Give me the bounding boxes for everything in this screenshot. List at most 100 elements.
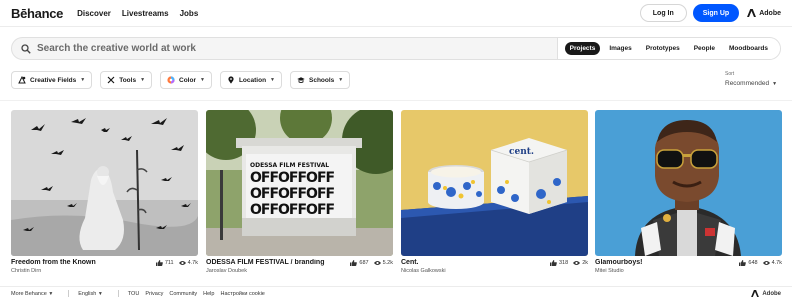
views-count: 2k	[582, 260, 588, 266]
tab-images[interactable]: Images	[604, 42, 636, 55]
nav-discover[interactable]: Discover	[77, 9, 111, 18]
tab-moodboards[interactable]: Moodboards	[724, 42, 773, 55]
filter-tools[interactable]: Tools ▼	[100, 71, 153, 89]
sort-dropdown[interactable]: Sort Recommended ▼	[725, 71, 785, 87]
filter-bar: Creative Fields ▼ Tools ▼ Color ▼ Locati…	[11, 71, 351, 89]
footer-link-cookie[interactable]: Настройки cookie	[220, 291, 264, 297]
tab-prototypes[interactable]: Prototypes	[641, 42, 685, 55]
eye-icon	[178, 261, 186, 265]
likes-stat: 648	[739, 260, 758, 266]
project-card[interactable]: cent. Cent. Nicolas Galkowski 318 2k	[401, 110, 588, 274]
chevron-down-icon: ▼	[97, 290, 103, 297]
eye-icon	[762, 261, 770, 265]
3d-character-render	[595, 110, 782, 256]
more-behance-menu[interactable]: More Behance ▼	[11, 291, 53, 297]
search-input[interactable]: Search the creative world at work	[37, 43, 557, 54]
footer-divider	[117, 290, 119, 297]
filter-schools-label: Schools	[309, 76, 335, 84]
footer-link-privacy[interactable]: Privacy	[145, 291, 163, 297]
project-thumbnail-cent[interactable]: cent.	[401, 110, 588, 256]
tab-people[interactable]: People	[689, 42, 720, 55]
adobe-icon	[751, 290, 760, 297]
chevron-down-icon: ▼	[200, 77, 205, 83]
project-thumbnail-freedom[interactable]	[11, 110, 198, 256]
eye-icon	[373, 261, 381, 265]
nav-livestreams[interactable]: Livestreams	[122, 9, 169, 18]
project-card[interactable]: Glamourboys! Mitei Studio 648 4.7k	[595, 110, 782, 274]
nav-jobs[interactable]: Jobs	[180, 9, 199, 18]
tools-icon	[107, 76, 115, 84]
project-thumbnail-odessa[interactable]: ODESSA FILM FESTIVAL OFFOFFOFF OFFOFFOFF…	[206, 110, 393, 256]
likes-stat: 687	[350, 260, 369, 266]
likes-count: 687	[359, 260, 369, 266]
sort-value[interactable]: Recommended ▼	[725, 80, 785, 87]
project-stats: 648 4.7k	[739, 260, 782, 266]
views-stat: 2k	[573, 260, 588, 266]
filter-schools[interactable]: Schools ▼	[290, 71, 351, 89]
views-count: 5.2k	[382, 260, 393, 266]
thumbs-up-icon	[739, 260, 747, 266]
filter-creative-fields[interactable]: Creative Fields ▼	[11, 71, 93, 89]
footer-link-community[interactable]: Community	[169, 291, 197, 297]
candle-product-photo: cent.	[401, 110, 588, 256]
more-behance-label: More Behance	[11, 290, 47, 297]
filter-tools-label: Tools	[119, 76, 137, 84]
thumbs-up-icon	[155, 260, 163, 266]
project-card[interactable]: ODESSA FILM FESTIVAL OFFOFFOFF OFFOFFOFF…	[206, 110, 393, 274]
likes-count: 318	[559, 260, 569, 266]
project-thumbnail-glamourboys[interactable]	[595, 110, 782, 256]
footer: More Behance ▼ English ▼ TOU Privacy Com…	[0, 286, 792, 300]
likes-count: 711	[164, 260, 174, 266]
box-logo-text: cent.	[509, 147, 534, 157]
adobe-link[interactable]: Adobe	[747, 9, 781, 17]
language-label: English	[78, 290, 97, 297]
tab-projects[interactable]: Projects	[564, 42, 601, 55]
filter-color[interactable]: Color ▼	[160, 71, 212, 89]
views-count: 4.7k	[187, 260, 198, 266]
color-wheel-icon	[167, 76, 175, 84]
footer-link-tou[interactable]: TOU	[128, 291, 140, 297]
svg-text:OFFOFFOFF: OFFOFFOFF	[250, 170, 335, 186]
project-owner[interactable]: Mitei Studio	[595, 268, 782, 274]
chevron-down-icon: ▼	[80, 77, 86, 83]
eye-icon	[573, 261, 581, 265]
filter-location[interactable]: Location ▼	[219, 71, 282, 89]
project-stats: 318 2k	[550, 260, 588, 266]
thumbs-up-icon	[350, 260, 358, 266]
adobe-label: Adobe	[759, 9, 781, 17]
svg-text:OFFOFFOFF: OFFOFFOFF	[250, 202, 335, 218]
auth-area: Log In Sign Up Adobe	[639, 4, 781, 22]
signup-button[interactable]: Sign Up	[692, 4, 740, 22]
project-stats: 687 5.2k	[350, 260, 393, 266]
views-stat: 5.2k	[373, 260, 393, 266]
project-owner[interactable]: Christin Dirn	[11, 268, 198, 274]
sort-value-text: Recommended	[725, 80, 770, 87]
search-bar[interactable]: Search the creative world at work Projec…	[11, 37, 781, 60]
search-type-tabs: Projects Images Prototypes People Moodbo…	[556, 38, 780, 59]
chevron-down-icon: ▼	[140, 77, 146, 83]
bw-birds-photo	[11, 110, 198, 256]
kiosk-poster-photo: ODESSA FILM FESTIVAL OFFOFFOFF OFFOFFOFF…	[206, 110, 393, 256]
views-stat: 4.7k	[178, 260, 198, 266]
header-divider	[0, 26, 792, 27]
footer-adobe-link[interactable]: Adobe	[751, 290, 781, 297]
adobe-icon	[747, 9, 757, 17]
footer-link-help[interactable]: Help	[203, 291, 214, 297]
project-owner[interactable]: Jaroslav Doubek	[206, 268, 393, 274]
behance-logo[interactable]: Bēhance	[11, 6, 63, 21]
project-stats: 711 4.7k	[155, 260, 198, 266]
views-stat: 4.7k	[762, 260, 782, 266]
location-pin-icon	[228, 76, 234, 84]
thumbs-up-icon	[550, 260, 557, 266]
likes-count: 648	[748, 260, 758, 266]
search-icon	[21, 43, 31, 54]
chevron-down-icon: ▼	[270, 77, 275, 83]
project-card[interactable]: Freedom from the Known Christin Dirn 711…	[11, 110, 198, 274]
views-count: 4.7k	[771, 260, 782, 266]
footer-adobe-label: Adobe	[762, 290, 781, 297]
login-button[interactable]: Log In	[639, 4, 687, 22]
project-owner[interactable]: Nicolas Galkowski	[401, 268, 588, 274]
language-menu[interactable]: English ▼	[78, 291, 103, 297]
svg-text:OFFOFFOFF: OFFOFFOFF	[250, 186, 335, 202]
filter-location-label: Location	[238, 76, 267, 84]
